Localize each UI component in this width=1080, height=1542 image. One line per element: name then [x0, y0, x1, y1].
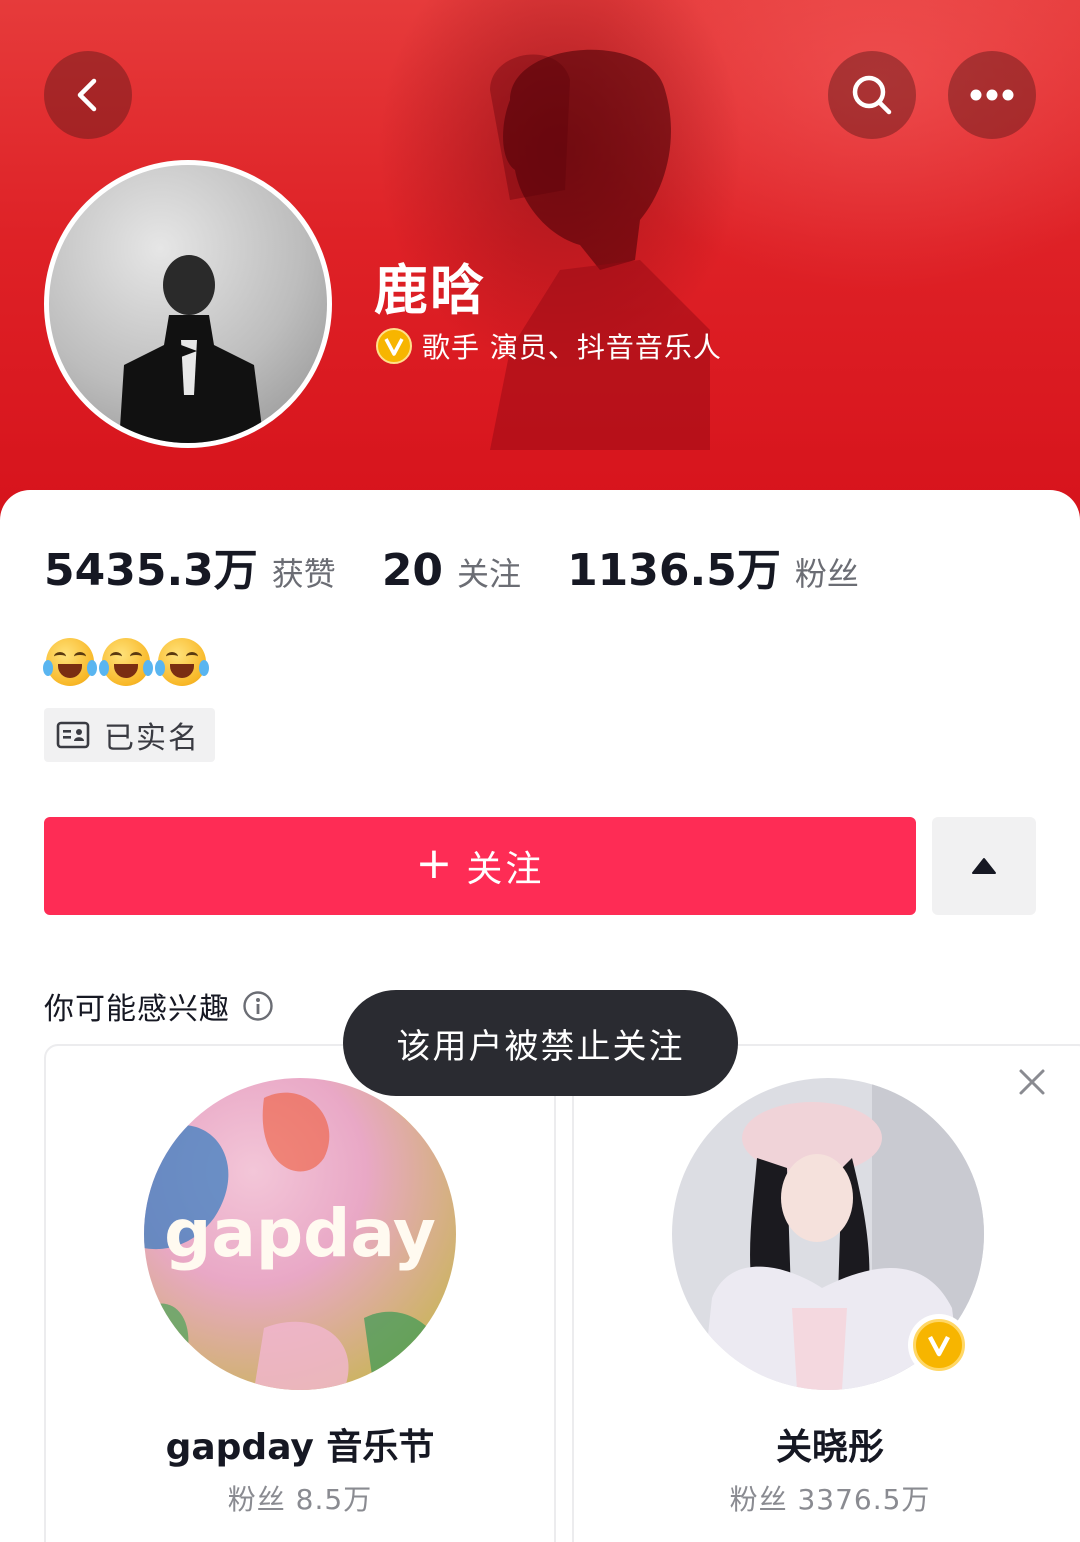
- stat-followers[interactable]: 1136.5万 粉丝: [567, 534, 859, 598]
- profile-avatar[interactable]: [44, 160, 332, 448]
- verification-row: 歌手 演员、抖音音乐人: [376, 326, 722, 366]
- recommend-header: 你可能感兴趣: [44, 984, 274, 1028]
- more-dots-icon: [970, 89, 1014, 101]
- verification-text: 歌手 演员、抖音音乐人: [422, 331, 722, 364]
- stat-likes-label: 获赞: [271, 555, 336, 593]
- info-icon[interactable]: [242, 990, 274, 1022]
- stat-likes[interactable]: 5435.3万 获赞: [44, 534, 336, 598]
- search-button[interactable]: [828, 51, 916, 139]
- follow-label: 关注: [466, 849, 545, 890]
- stat-following[interactable]: 20 关注: [382, 545, 521, 596]
- banner-photo: [490, 49, 710, 450]
- search-icon: [852, 75, 892, 115]
- recommend-avatar-gapday[interactable]: gapday: [144, 1078, 456, 1390]
- back-button[interactable]: [44, 51, 132, 139]
- verified-v-icon: [376, 328, 412, 364]
- laughing-tears-emoji-icon: [155, 638, 209, 686]
- toast-text: 该用户被禁止关注: [396, 1026, 685, 1067]
- profile-name: 鹿晗: [374, 259, 486, 322]
- laughing-tears-emoji-icon: [43, 638, 97, 686]
- recommend-title: 你可能感兴趣: [44, 992, 230, 1027]
- avatar-photo: [119, 255, 264, 443]
- triangle-up-icon: [972, 858, 996, 874]
- recommend-fans-guanxiaotong: 粉丝 3376.5万: [729, 1483, 931, 1516]
- gapday-logo-image: gapday: [144, 1078, 456, 1390]
- expand-recommend-button[interactable]: [932, 817, 1036, 915]
- realname-badge[interactable]: 已实名: [44, 708, 215, 762]
- close-icon[interactable]: [1018, 1068, 1046, 1096]
- id-card-icon: [56, 721, 90, 749]
- chevron-left-icon: [77, 78, 97, 112]
- recommend-name-guanxiaotong: 关晓彤: [775, 1427, 884, 1468]
- recommend-fans-gapday: 粉丝 8.5万: [227, 1483, 373, 1516]
- stat-followers-label: 粉丝: [794, 555, 859, 593]
- follow-button[interactable]: + 关注: [44, 817, 916, 915]
- toast-message: 该用户被禁止关注: [343, 990, 738, 1096]
- stat-following-label: 关注: [457, 555, 522, 593]
- stat-following-value: 20: [381, 545, 444, 596]
- laughing-tears-emoji-icon: [99, 638, 153, 686]
- verified-v-icon: [908, 1314, 970, 1376]
- realname-label: 已实名: [104, 721, 200, 756]
- recommend-card-gapday[interactable]: gapday gapday 音乐节 粉丝 8.5万: [44, 1044, 556, 1542]
- stat-likes-value: 5435.3万: [44, 545, 258, 596]
- recommend-name-gapday: gapday 音乐节: [165, 1427, 435, 1468]
- stats-row: 5435.3万 获赞 20 关注 1136.5万 粉丝: [44, 534, 905, 598]
- bio-emojis: [43, 638, 209, 686]
- plus-icon: +: [415, 838, 453, 889]
- more-button[interactable]: [948, 51, 1036, 139]
- svg-text:gapday: gapday: [164, 1195, 436, 1272]
- stat-followers-value: 1136.5万: [567, 545, 781, 596]
- recommend-card-guanxiaotong[interactable]: 关晓彤 粉丝 3376.5万: [572, 1044, 1080, 1542]
